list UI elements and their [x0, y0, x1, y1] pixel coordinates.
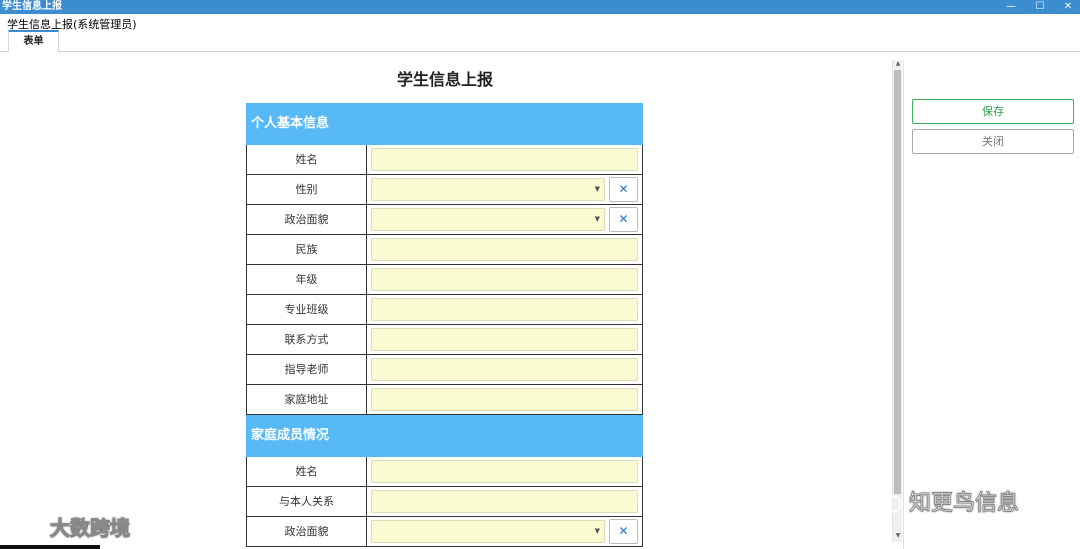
scroll-thumb[interactable]	[894, 70, 901, 494]
field-label: 联系方式	[247, 325, 367, 354]
section-header: 家庭成员情况	[246, 415, 643, 457]
watermark-right-text: 知更鸟信息	[908, 491, 1020, 517]
field-cell	[367, 325, 642, 354]
save-button[interactable]: 保存	[912, 99, 1074, 124]
field-label: 政治面貌	[247, 205, 367, 234]
form-panel: 学生信息上报 个人基本信息 姓名 性别 ▼ ✕ 政治面貌 ▼ ✕ 民族 年级 专业班级 联系方式 指导老…	[0, 60, 890, 549]
text-input[interactable]	[371, 298, 638, 321]
field-label: 政治面貌	[247, 517, 367, 546]
field-label: 专业班级	[247, 295, 367, 324]
field-label: 姓名	[247, 457, 367, 486]
field-label: 民族	[247, 235, 367, 264]
field-cell	[367, 457, 642, 486]
dropdown-arrow-icon[interactable]: ▼	[595, 215, 600, 223]
field-cell	[367, 355, 642, 384]
clear-selection-button[interactable]: ✕	[609, 519, 638, 544]
watermark-left-text: 大数跨境	[50, 515, 131, 540]
field-cell	[367, 487, 642, 516]
form-row: 与本人关系	[246, 487, 643, 517]
bottom-edge	[0, 545, 100, 549]
student-info-form: 个人基本信息 姓名 性别 ▼ ✕ 政治面貌 ▼ ✕ 民族 年级 专业班级 联系方式 指导老师 家庭地址 家庭…	[246, 103, 643, 547]
form-row: 年级	[246, 265, 643, 295]
vertical-scrollbar[interactable]: ▲ ▼	[892, 60, 902, 542]
dropdown-arrow-icon[interactable]: ▼	[595, 527, 600, 535]
form-row: 姓名	[246, 145, 643, 175]
form-title: 学生信息上报	[396, 70, 493, 89]
select-field[interactable]: ▼	[371, 520, 605, 543]
dropdown-arrow-icon[interactable]: ▼	[595, 185, 600, 193]
window-title: 学生信息上报	[2, 1, 62, 12]
text-input[interactable]	[371, 388, 638, 411]
page-header: 学生信息上报(系统管理员) 表单	[0, 14, 1080, 52]
form-row: 家庭地址	[246, 385, 643, 415]
form-row: 民族	[246, 235, 643, 265]
field-cell	[367, 235, 642, 264]
text-input[interactable]	[371, 328, 638, 351]
wechat-icon	[866, 489, 902, 513]
text-input[interactable]	[371, 268, 638, 291]
field-label: 与本人关系	[247, 487, 367, 516]
field-label: 家庭地址	[247, 385, 367, 414]
watermark-left: 大数跨境	[8, 512, 131, 540]
field-cell	[367, 145, 642, 174]
panel-divider	[903, 60, 904, 549]
text-input[interactable]	[371, 148, 638, 171]
form-row: 性别 ▼ ✕	[246, 175, 643, 205]
field-label: 性别	[247, 175, 367, 204]
form-row: 姓名	[246, 457, 643, 487]
scroll-up-icon[interactable]: ▲	[893, 60, 903, 70]
window-titlebar: 学生信息上报	[0, 0, 1080, 14]
close-window-button[interactable]: ✕	[1052, 0, 1080, 14]
form-row: 指导老师	[246, 355, 643, 385]
form-row: 政治面貌 ▼ ✕	[246, 517, 643, 547]
form-row: 联系方式	[246, 325, 643, 355]
field-cell	[367, 295, 642, 324]
text-input[interactable]	[371, 460, 638, 483]
select-field[interactable]: ▼	[371, 178, 605, 201]
scroll-down-icon[interactable]: ▼	[893, 532, 903, 542]
field-cell	[367, 385, 642, 414]
field-label: 姓名	[247, 145, 367, 174]
section-header: 个人基本信息	[246, 103, 643, 145]
text-input[interactable]	[371, 490, 638, 513]
field-cell: ▼ ✕	[367, 175, 642, 204]
field-cell: ▼ ✕	[367, 517, 642, 546]
field-label: 指导老师	[247, 355, 367, 384]
field-cell: ▼ ✕	[367, 205, 642, 234]
close-button[interactable]: 关闭	[912, 129, 1074, 154]
select-field[interactable]: ▼	[371, 208, 605, 231]
clear-selection-button[interactable]: ✕	[609, 177, 638, 202]
tab-form[interactable]: 表单	[8, 30, 59, 52]
text-input[interactable]	[371, 358, 638, 381]
text-input[interactable]	[371, 238, 638, 261]
field-cell	[367, 265, 642, 294]
minimize-button[interactable]: —	[995, 0, 1027, 14]
form-row: 政治面貌 ▼ ✕	[246, 205, 643, 235]
watermark-right: 知更鸟信息	[865, 484, 1020, 518]
form-row: 专业班级	[246, 295, 643, 325]
clear-selection-button[interactable]: ✕	[609, 207, 638, 232]
field-label: 年级	[247, 265, 367, 294]
watermark-logo-icon	[9, 518, 41, 533]
